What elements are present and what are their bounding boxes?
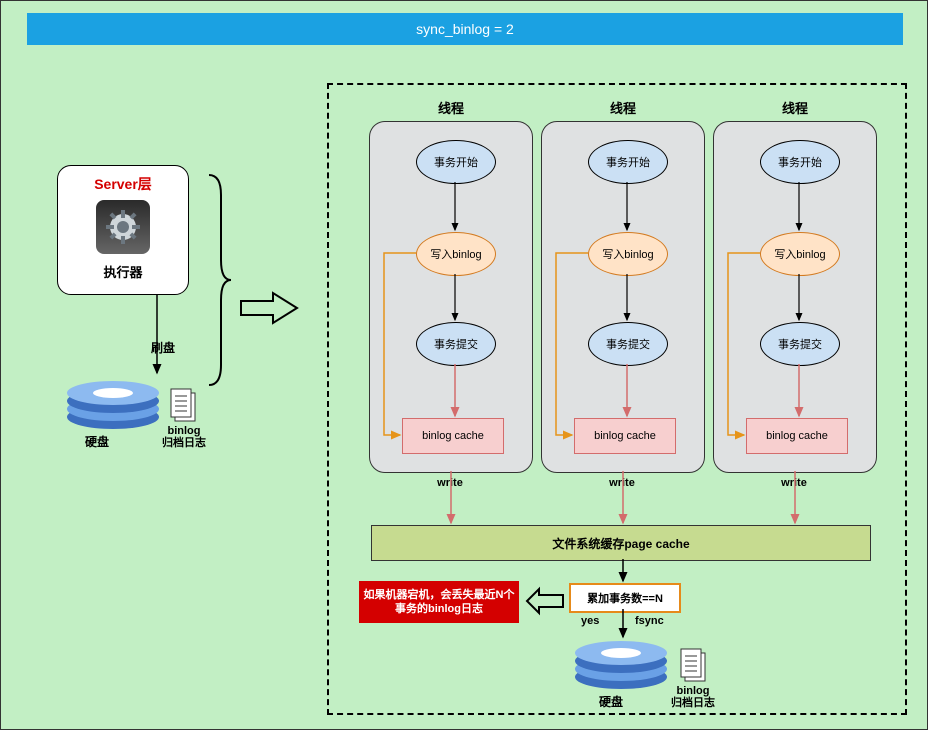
binlog-label: binlog xyxy=(168,425,201,437)
server-title: Server层 xyxy=(58,174,188,194)
binlog-label: binlog xyxy=(677,685,710,697)
fsync-label: fsync xyxy=(635,615,664,627)
thread-panel: 线程 事务开始 写入binlog 事务提交 binlog cache xyxy=(713,121,877,473)
write-arrows xyxy=(329,471,905,525)
pc-to-cond-arrow xyxy=(613,559,633,583)
thread-label: 线程 xyxy=(714,98,876,117)
disk-caption: 硬盘 xyxy=(599,693,623,710)
thread-label: 线程 xyxy=(370,98,532,117)
file-caption-bot: binlog 归档日志 xyxy=(667,685,719,709)
file-stack-icon xyxy=(169,387,197,423)
page-cache-box: 文件系统缓存page cache xyxy=(371,525,871,561)
title-banner: sync_binlog = 2 xyxy=(27,13,903,45)
file-stack-icon xyxy=(679,647,707,683)
flush-label: 刷盘 xyxy=(151,339,175,356)
flush-arrow xyxy=(143,295,173,375)
curly-brace-icon xyxy=(201,175,231,385)
disk-icon xyxy=(567,635,675,693)
disk-icon xyxy=(59,373,167,433)
diagram-canvas: sync_binlog = 2 Server层 执行器 刷盘 xyxy=(0,0,928,730)
thread-arrows xyxy=(714,122,876,472)
archive-label: 归档日志 xyxy=(671,697,715,709)
file-caption-left: binlog 归档日志 xyxy=(159,425,209,449)
disk-caption: 硬盘 xyxy=(85,433,109,450)
alert-box: 如果机器宕机，会丢失最近N个事务的binlog日志 xyxy=(359,581,519,623)
thread-panel: 线程 事务开始 写入binlog 事务提交 binlog cache xyxy=(541,121,705,473)
big-arrow-icon xyxy=(239,291,299,325)
thread-arrows xyxy=(370,122,532,472)
alert-arrow-icon xyxy=(525,587,565,615)
archive-label: 归档日志 xyxy=(162,437,206,449)
detail-container: 线程 事务开始 写入binlog 事务提交 binlog cache 线程 事务… xyxy=(327,83,907,715)
yes-label: yes xyxy=(581,615,599,627)
executor-gear-icon xyxy=(96,200,150,254)
thread-arrows xyxy=(542,122,704,472)
server-subtitle: 执行器 xyxy=(58,262,188,281)
server-panel: Server层 执行器 xyxy=(57,165,189,295)
thread-label: 线程 xyxy=(542,98,704,117)
thread-panel: 线程 事务开始 写入binlog 事务提交 binlog cache xyxy=(369,121,533,473)
